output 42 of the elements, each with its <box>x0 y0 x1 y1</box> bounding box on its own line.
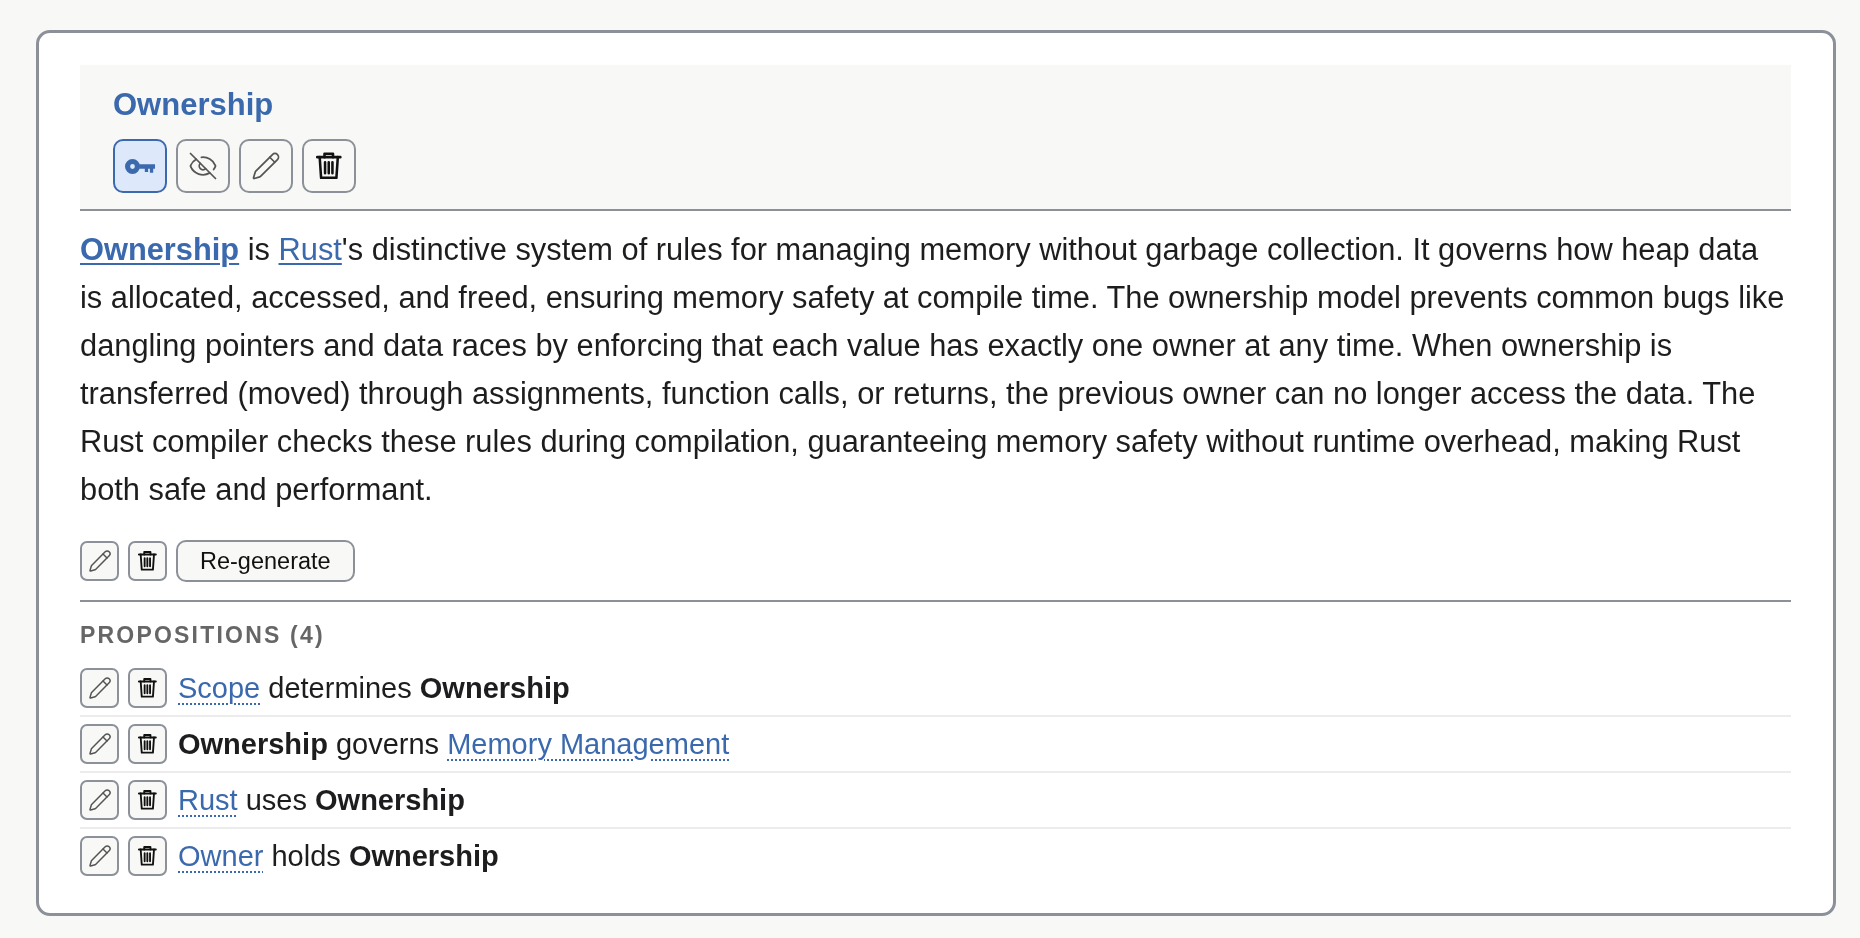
regenerate-button[interactable]: Re-generate <box>176 540 355 582</box>
eye-off-icon <box>188 151 218 181</box>
pencil-icon <box>87 844 112 868</box>
proposition-text: Ownership governs Memory Management <box>178 727 730 762</box>
propositions-heading: PROPOSITIONS (4) <box>80 621 325 650</box>
concept-link[interactable]: Scope <box>178 672 261 704</box>
edit-button[interactable] <box>80 780 119 820</box>
key-icon <box>125 158 155 174</box>
key-button[interactable] <box>113 139 167 193</box>
trash-icon <box>138 845 157 867</box>
concept-title: Ownership <box>113 86 274 124</box>
pencil-icon <box>251 151 281 181</box>
pencil-icon <box>87 549 112 573</box>
concept-link[interactable]: Rust <box>178 784 238 816</box>
trash-icon <box>138 733 157 755</box>
concept-link[interactable]: Owner <box>178 840 264 872</box>
delete-button[interactable] <box>128 836 167 876</box>
pencil-icon <box>87 676 112 700</box>
trash-icon <box>316 151 342 181</box>
delete-button[interactable] <box>128 541 167 581</box>
edit-button[interactable] <box>80 541 119 581</box>
proposition-text: Owner holds Ownership <box>178 839 499 874</box>
delete-button[interactable] <box>128 668 167 708</box>
pencil-icon <box>87 732 112 756</box>
pencil-icon <box>87 788 112 812</box>
trash-icon <box>138 677 157 699</box>
delete-button[interactable] <box>128 780 167 820</box>
edit-button[interactable] <box>80 724 119 764</box>
edit-button[interactable] <box>80 836 119 876</box>
hide-button[interactable] <box>176 139 230 193</box>
delete-button[interactable] <box>302 139 356 193</box>
proposition-text: Rust uses Ownership <box>178 783 465 818</box>
edit-button[interactable] <box>239 139 293 193</box>
description-text: Ownership is Rust's distinctive system of rules for managing memory without garbage collection. It governs how heap data is allocated, accessed, and freed, ensuring memory safety at compile time. The ownership model prevents common bugs like dangling pointers and data races by enforcing that each value has exactly one owner at any time. When ownership is transferred (moved) through assignments, function calls, or returns, the previous owner can no longer access the data. The Rust compiler checks these rules during compilation, guaranteeing memory safety without runtime overhead, making Rust both safe and performant. <box>80 231 1786 509</box>
concept-link[interactable]: Rust <box>278 232 342 267</box>
edit-button[interactable] <box>80 668 119 708</box>
trash-icon <box>138 789 157 811</box>
concept-link[interactable]: Ownership <box>80 232 240 267</box>
concept-link[interactable]: Memory Management <box>447 728 730 760</box>
trash-icon <box>138 550 157 572</box>
proposition-text: Scope determines Ownership <box>178 671 570 706</box>
delete-button[interactable] <box>128 724 167 764</box>
